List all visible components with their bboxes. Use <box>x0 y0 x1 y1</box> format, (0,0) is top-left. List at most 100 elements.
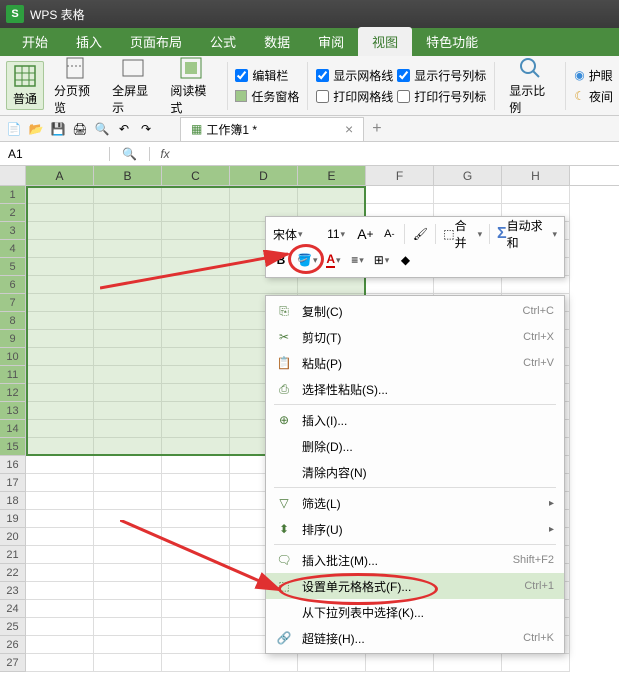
cell[interactable] <box>162 564 230 582</box>
ctx-paste[interactable]: 📋粘贴(P)Ctrl+V <box>266 350 564 376</box>
cell[interactable] <box>94 438 162 456</box>
fx-icon[interactable]: fx <box>150 147 180 161</box>
cell[interactable] <box>94 564 162 582</box>
border-button[interactable]: ⊞▾ <box>370 249 392 271</box>
cell[interactable] <box>162 222 230 240</box>
cell[interactable] <box>26 384 94 402</box>
row-header[interactable]: 1 <box>0 186 26 204</box>
cell[interactable] <box>26 492 94 510</box>
ctx-cut[interactable]: ✂剪切(T)Ctrl+X <box>266 324 564 350</box>
tab-review[interactable]: 审阅 <box>304 27 358 56</box>
cell[interactable] <box>94 384 162 402</box>
cell[interactable] <box>366 186 434 204</box>
cell[interactable] <box>162 654 230 672</box>
print-rowcol-checkbox[interactable]: 打印行号列标 <box>397 88 486 105</box>
cell[interactable] <box>162 528 230 546</box>
row-header[interactable]: 12 <box>0 384 26 402</box>
row-header[interactable]: 13 <box>0 402 26 420</box>
cell[interactable] <box>26 564 94 582</box>
cell[interactable] <box>366 276 434 294</box>
cell[interactable] <box>26 222 94 240</box>
show-rowcol-checkbox[interactable]: 显示行号列标 <box>397 67 486 84</box>
cell[interactable] <box>26 636 94 654</box>
cell[interactable] <box>162 420 230 438</box>
cell[interactable] <box>162 366 230 384</box>
tab-insert[interactable]: 插入 <box>62 27 116 56</box>
cell[interactable] <box>94 348 162 366</box>
cell[interactable] <box>94 402 162 420</box>
row-header[interactable]: 21 <box>0 546 26 564</box>
tab-formula[interactable]: 公式 <box>196 27 250 56</box>
cell[interactable] <box>26 654 94 672</box>
search-fx-icon[interactable]: 🔍 <box>110 147 150 161</box>
cell[interactable] <box>162 474 230 492</box>
cell[interactable] <box>94 636 162 654</box>
cell[interactable] <box>94 618 162 636</box>
cell[interactable] <box>94 654 162 672</box>
row-header[interactable]: 11 <box>0 366 26 384</box>
cell[interactable] <box>434 186 502 204</box>
cell[interactable] <box>94 420 162 438</box>
document-tab[interactable]: ▦ 工作簿1 * × <box>180 117 364 141</box>
cell[interactable] <box>26 546 94 564</box>
ctx-hyperlink[interactable]: 🔗超链接(H)...Ctrl+K <box>266 625 564 651</box>
ctx-format-cells[interactable]: ⬚设置单元格格式(F)...Ctrl+1 <box>266 573 564 599</box>
row-header[interactable]: 16 <box>0 456 26 474</box>
merge-button[interactable]: ⬚合并▾ <box>440 223 485 245</box>
read-mode-button[interactable]: 阅读模式 <box>164 56 218 116</box>
cell[interactable] <box>230 276 298 294</box>
cell[interactable] <box>162 618 230 636</box>
new-tab-button[interactable]: + <box>372 120 381 138</box>
cell[interactable] <box>162 510 230 528</box>
cell[interactable] <box>94 366 162 384</box>
zoom-button[interactable]: 显示比例 <box>503 56 557 116</box>
cell[interactable] <box>434 276 502 294</box>
row-header[interactable]: 4 <box>0 240 26 258</box>
bold-button[interactable]: B <box>270 249 292 271</box>
tab-start[interactable]: 开始 <box>8 27 62 56</box>
editbar-checkbox[interactable]: 编辑栏 <box>235 67 299 84</box>
cell[interactable] <box>162 600 230 618</box>
row-header[interactable]: 6 <box>0 276 26 294</box>
select-all-corner[interactable] <box>0 166 26 185</box>
cell[interactable] <box>298 654 366 672</box>
row-header[interactable]: 9 <box>0 330 26 348</box>
tab-data[interactable]: 数据 <box>250 27 304 56</box>
cell[interactable] <box>26 348 94 366</box>
cell[interactable] <box>26 330 94 348</box>
tab-layout[interactable]: 页面布局 <box>116 27 196 56</box>
font-color-button[interactable]: A▾ <box>322 249 344 271</box>
ctx-clear[interactable]: 清除内容(N) <box>266 459 564 485</box>
cell[interactable] <box>26 582 94 600</box>
row-header[interactable]: 8 <box>0 312 26 330</box>
cell[interactable] <box>94 330 162 348</box>
view-normal-button[interactable]: 普通 <box>6 61 44 110</box>
cell[interactable] <box>26 618 94 636</box>
increase-font-button[interactable]: A+ <box>354 223 376 245</box>
undo-icon[interactable]: ↶ <box>116 121 132 137</box>
row-header[interactable]: 27 <box>0 654 26 672</box>
cell[interactable] <box>94 222 162 240</box>
redo-icon[interactable]: ↷ <box>138 121 154 137</box>
col-header-E[interactable]: E <box>298 166 366 185</box>
align-button[interactable]: ≡▾ <box>346 249 368 271</box>
cell[interactable] <box>26 294 94 312</box>
cell[interactable] <box>94 186 162 204</box>
clear-format-button[interactable]: ◆ <box>394 249 416 271</box>
cell[interactable] <box>94 294 162 312</box>
cell[interactable] <box>94 276 162 294</box>
tab-view[interactable]: 视图 <box>358 27 412 56</box>
cell[interactable] <box>502 654 570 672</box>
col-header-B[interactable]: B <box>94 166 162 185</box>
row-header[interactable]: 5 <box>0 258 26 276</box>
eyecare-button[interactable]: ◉护眼 <box>574 67 613 84</box>
print-icon[interactable]: 🖨 <box>72 121 88 137</box>
print-gridlines-checkbox[interactable]: 打印网格线 <box>316 88 393 105</box>
cell[interactable] <box>502 186 570 204</box>
fullscreen-button[interactable]: 全屏显示 <box>106 56 160 116</box>
cell[interactable] <box>162 204 230 222</box>
taskpane-checkbox[interactable]: 任务窗格 <box>235 88 299 105</box>
cell[interactable] <box>298 186 366 204</box>
cell[interactable] <box>26 186 94 204</box>
cell[interactable] <box>162 402 230 420</box>
